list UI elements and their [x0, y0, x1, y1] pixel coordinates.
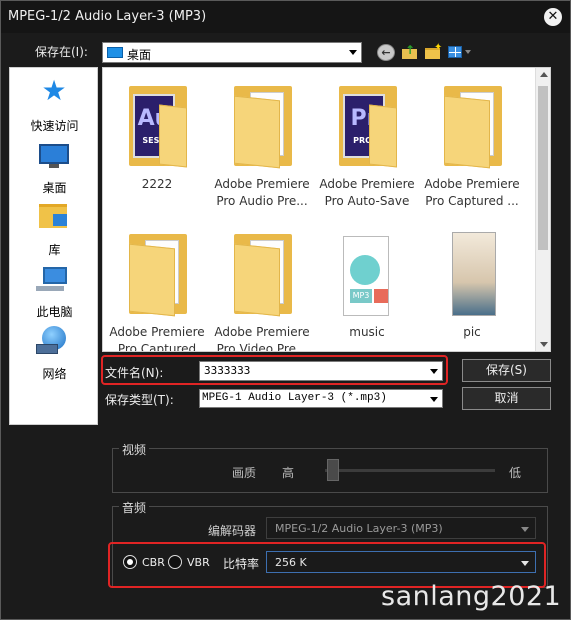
quality-slider-track[interactable] [325, 469, 495, 472]
folder-icon [234, 234, 292, 317]
folder-icon: Pr PROJ [339, 86, 397, 168]
quality-slider-thumb[interactable] [327, 459, 339, 481]
file-name: Adobe Premiere Pro Video Pre... [214, 325, 310, 352]
place-quick-access[interactable]: ★ 快速访问 [10, 76, 99, 134]
place-network[interactable]: 网络 [10, 324, 99, 382]
save-in-dropdown[interactable]: 桌面 [102, 42, 362, 63]
folder-icon [444, 86, 502, 169]
file-item[interactable]: Au SESX 2222 [105, 68, 209, 218]
cancel-button[interactable]: 取消 [462, 387, 551, 410]
file-item[interactable]: Adobe Premiere Pro Captured [105, 216, 209, 352]
file-list-view: Au SESX 2222 Adobe Premiere Pro Audio Pr… [102, 67, 551, 352]
folder-icon: Au SESX [129, 86, 187, 168]
file-item[interactable]: Adobe Premiere Pro Video Pre... [210, 216, 314, 352]
close-button[interactable]: ✕ [544, 8, 562, 26]
file-item[interactable]: Adobe Premiere Pro Captured ... [420, 68, 524, 218]
computer-icon [43, 267, 67, 284]
back-button[interactable]: ← [377, 44, 395, 61]
chevron-down-icon [465, 50, 471, 54]
up-arrow-icon: ↑ [405, 43, 416, 57]
codec-value: MPEG-1/2 Audio Layer-3 (MP3) [275, 522, 443, 535]
scroll-down-icon[interactable] [540, 342, 548, 347]
vertical-scrollbar[interactable] [535, 68, 550, 351]
scroll-up-icon[interactable] [540, 72, 548, 77]
back-arrow-icon: ← [381, 46, 391, 59]
filetype-dropdown[interactable]: MPEG-1 Audio Layer-3 (*.mp3) [199, 389, 443, 408]
scroll-thumb[interactable] [538, 86, 548, 250]
network-monitor-icon [36, 344, 58, 354]
place-label: 快速访问 [30, 119, 79, 133]
up-folder-button[interactable]: ↑ [401, 43, 419, 61]
video-group-title: 视频 [119, 441, 150, 458]
quality-high-label: 高 [282, 466, 295, 480]
quality-low-label: 低 [509, 466, 522, 480]
filetype-label: 保存类型(T): [105, 393, 174, 407]
desktop-icon [39, 144, 69, 164]
save-dialog-window: MPEG-1/2 Audio Layer-3 (MP3) ✕ 保存在(I): 桌… [0, 0, 571, 620]
file-name: Adobe Premiere Pro Captured ... [424, 177, 520, 208]
music-file-icon: MP3 [343, 236, 389, 316]
save-in-value: 桌面 [127, 48, 152, 62]
place-desktop[interactable]: 桌面 [10, 138, 99, 196]
file-item[interactable]: pic [420, 216, 524, 351]
monitor-stand-icon [49, 164, 59, 168]
filetype-value: MPEG-1 Audio Layer-3 (*.mp3) [202, 392, 387, 404]
title-bar: MPEG-1/2 Audio Layer-3 (MP3) ✕ [1, 1, 570, 33]
chevron-down-icon[interactable] [430, 397, 438, 402]
file-item[interactable]: Adobe Premiere Pro Audio Pre... [210, 68, 314, 218]
save-in-label: 保存在(I): [35, 45, 88, 59]
file-item[interactable]: MP3 music [315, 216, 419, 351]
annotation-highlight-filename [101, 355, 448, 385]
quality-label: 画质 [232, 466, 257, 480]
file-name: Adobe Premiere Pro Captured [109, 325, 205, 352]
place-label: 此电脑 [36, 305, 73, 319]
audio-group-title: 音频 [119, 499, 150, 516]
codec-label: 编解码器 [208, 524, 257, 538]
places-sidebar: ★ 快速访问 桌面 库 此电脑 网络 [9, 67, 98, 425]
picture-thumbnail-icon [452, 232, 496, 316]
watermark-text: sanlang2021 [381, 581, 562, 612]
grid-view-icon [448, 46, 462, 58]
window-title: MPEG-1/2 Audio Layer-3 (MP3) [8, 9, 207, 24]
sparkle-icon: ✦ [434, 42, 443, 53]
file-name: pic [463, 325, 481, 339]
codec-dropdown[interactable]: MPEG-1/2 Audio Layer-3 (MP3) [266, 517, 536, 539]
folder-icon [129, 234, 187, 317]
library-overlay-icon [53, 214, 67, 226]
star-icon: ★ [41, 74, 67, 107]
chevron-down-icon [521, 527, 529, 532]
file-name: Adobe Premiere Pro Auto-Save [319, 177, 415, 208]
chevron-down-icon[interactable] [349, 50, 357, 55]
view-menu-button[interactable] [448, 44, 474, 61]
save-button[interactable]: 保存(S) [462, 359, 551, 382]
keyboard-base-icon [36, 286, 64, 291]
desktop-folder-icon [107, 47, 123, 58]
folder-icon [234, 86, 292, 169]
file-name: Adobe Premiere Pro Audio Pre... [214, 177, 310, 208]
place-label: 库 [48, 243, 61, 257]
place-library[interactable]: 库 [10, 200, 99, 258]
file-name: 2222 [141, 177, 173, 191]
place-this-pc[interactable]: 此电脑 [10, 262, 99, 320]
new-folder-button[interactable]: ✦ [424, 42, 443, 61]
file-name: music [349, 325, 385, 339]
file-item[interactable]: Pr PROJ Adobe Premiere Pro Auto-Save [315, 68, 419, 218]
place-label: 网络 [42, 367, 67, 381]
place-label: 桌面 [42, 181, 67, 195]
